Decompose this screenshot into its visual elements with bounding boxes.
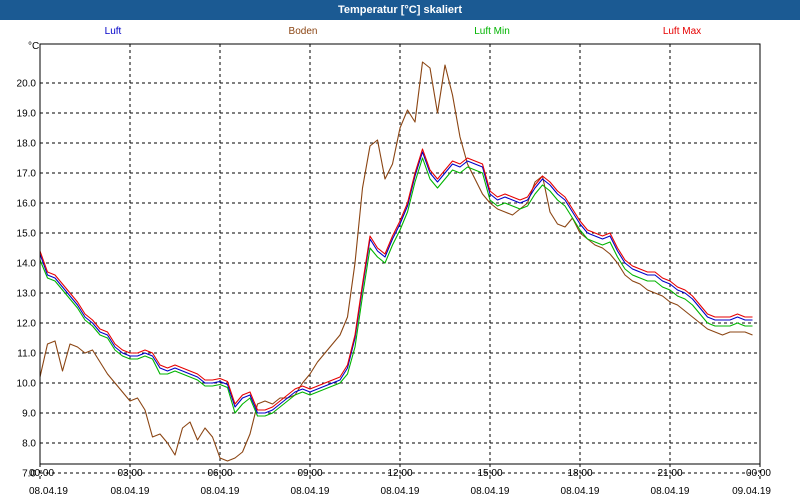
x-tick-date: 08.04.19	[29, 486, 68, 497]
x-tick-time: 18:00	[567, 468, 592, 479]
temperature-chart: 7.08.09.010.011.012.013.014.015.016.017.…	[17, 26, 772, 497]
x-tick-time: 06:00	[207, 468, 232, 479]
x-tick-time: 09:00	[297, 468, 322, 479]
y-tick-label: 8.0	[22, 439, 36, 450]
legend-item-boden: Boden	[289, 26, 318, 37]
x-tick-time: 00:00	[29, 468, 54, 479]
x-tick-date: 08.04.19	[291, 486, 330, 497]
x-tick-time: 21:00	[657, 468, 682, 479]
x-tick-date: 08.04.19	[201, 486, 240, 497]
y-tick-label: 12.0	[17, 319, 37, 330]
chart-title: Temperatur [°C] skaliert	[0, 0, 800, 20]
y-tick-label: 13.0	[17, 289, 37, 300]
y-tick-label: 17.0	[17, 169, 37, 180]
x-tick-time: 03:00	[117, 468, 142, 479]
legend-item-luft-min: Luft Min	[474, 26, 510, 37]
x-tick-date: 08.04.19	[381, 486, 420, 497]
x-tick-time: 12:00	[387, 468, 412, 479]
legend-item-luft: Luft	[105, 26, 122, 37]
y-tick-label: 20.0	[17, 79, 37, 90]
y-tick-label: 19.0	[17, 109, 37, 120]
y-tick-label: 10.0	[17, 379, 37, 390]
x-tick-date: 09.04.19	[732, 486, 771, 497]
x-tick-date: 08.04.19	[651, 486, 690, 497]
x-tick-time: 15:00	[477, 468, 502, 479]
y-tick-label: 15.0	[17, 229, 37, 240]
legend: Luft Boden Luft Min Luft Max	[105, 26, 702, 37]
y-tick-label: 18.0	[17, 139, 37, 150]
y-tick-label: 11.0	[17, 349, 36, 360]
x-tick-time: 00:00	[746, 468, 771, 479]
x-tick-date: 08.04.19	[471, 486, 510, 497]
x-tick-date: 08.04.19	[111, 486, 150, 497]
y-tick-label: 14.0	[17, 259, 37, 270]
x-tick-date: 08.04.19	[561, 486, 600, 497]
y-axis-label: °C	[28, 41, 39, 52]
legend-item-luft-max: Luft Max	[663, 26, 701, 37]
y-tick-label: 9.0	[22, 409, 36, 420]
y-tick-label: 16.0	[17, 199, 37, 210]
